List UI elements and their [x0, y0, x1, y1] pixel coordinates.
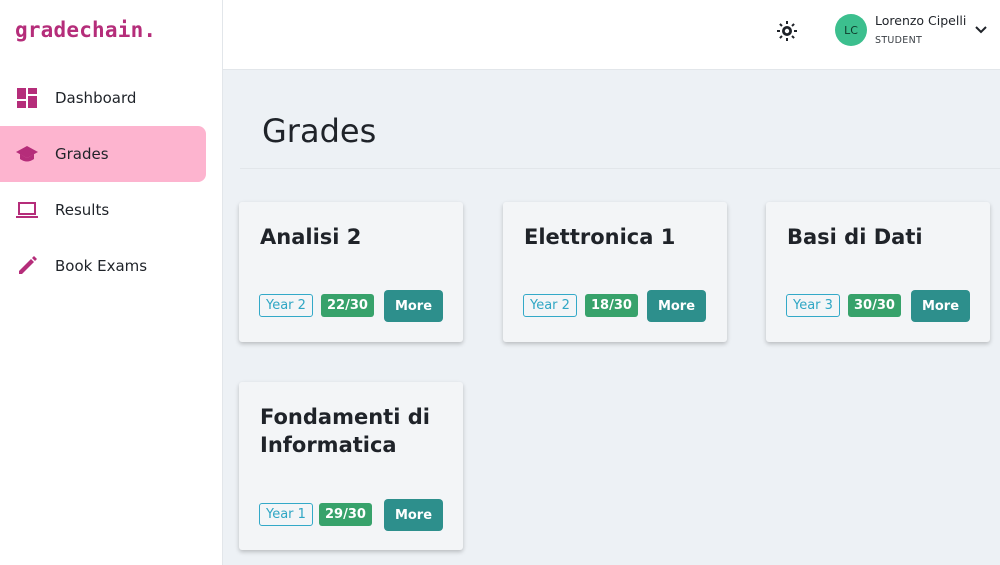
sidebar-item-label: Book Exams — [55, 257, 148, 275]
page-title: Grades — [262, 112, 377, 150]
grade-badge: 29/30 — [319, 503, 372, 526]
course-title-line: Fondamenti di — [260, 405, 430, 429]
year-badge: Year 2 — [259, 294, 313, 317]
year-badge: Year 2 — [523, 294, 577, 317]
course-title: Basi di Dati — [787, 225, 923, 249]
course-card: Analisi 2 Year 2 22/30 More — [239, 202, 463, 342]
sidebar-item-results[interactable]: Results — [0, 182, 206, 238]
course-card: Elettronica 1 Year 2 18/30 More — [503, 202, 727, 342]
grade-badge: 30/30 — [848, 294, 901, 317]
pencil-icon — [19, 256, 37, 274]
sidebar-item-label: Results — [55, 201, 110, 219]
user-role: STUDENT — [875, 35, 923, 46]
sidebar-item-book-exams[interactable]: Book Exams — [0, 238, 206, 294]
year-badge: Year 3 — [786, 294, 840, 317]
sidebar-item-dashboard[interactable]: Dashboard — [0, 70, 206, 126]
sidebar: gradechain. Dashboard Grades Results Boo… — [0, 0, 223, 565]
more-button[interactable]: More — [384, 290, 443, 322]
top-bar: LC Lorenzo Cipelli STUDENT — [223, 0, 1000, 70]
divider — [240, 168, 1000, 169]
course-title: Fondamenti di Informatica — [260, 403, 430, 459]
sidebar-nav: Dashboard Grades Results Book Exams — [0, 70, 222, 294]
course-title: Elettronica 1 — [524, 225, 676, 249]
grade-badge: 22/30 — [321, 294, 374, 317]
more-button[interactable]: More — [911, 290, 970, 322]
sidebar-item-label: Grades — [55, 145, 109, 163]
grade-badge: 18/30 — [585, 294, 638, 317]
user-name[interactable]: Lorenzo Cipelli — [875, 13, 966, 28]
year-badge: Year 1 — [259, 503, 313, 526]
dashboard-icon — [17, 88, 37, 108]
sidebar-item-grades[interactable]: Grades — [0, 126, 206, 182]
course-title: Analisi 2 — [260, 225, 362, 249]
brand-logo[interactable]: gradechain. — [15, 18, 156, 42]
more-button[interactable]: More — [647, 290, 706, 322]
course-card: Fondamenti di Informatica Year 1 29/30 M… — [239, 382, 463, 550]
graduation-cap-icon — [16, 146, 38, 162]
more-button[interactable]: More — [384, 499, 443, 531]
avatar[interactable]: LC — [835, 14, 867, 46]
course-card: Basi di Dati Year 3 30/30 More — [766, 202, 990, 342]
chevron-down-icon[interactable] — [974, 23, 988, 37]
laptop-icon — [16, 202, 38, 218]
sidebar-item-label: Dashboard — [55, 89, 137, 107]
brightness-icon[interactable] — [776, 20, 798, 42]
course-title-line: Informatica — [260, 433, 397, 457]
